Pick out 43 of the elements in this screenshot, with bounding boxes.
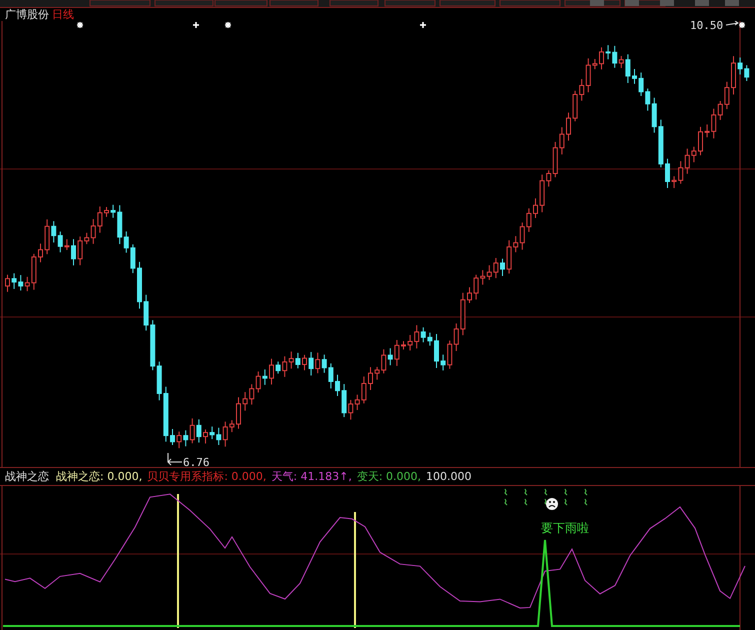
candlestick: [401, 340, 406, 350]
candlestick: [632, 68, 637, 84]
candlestick: [731, 56, 736, 96]
stock-name: 广博股份: [5, 8, 49, 21]
indicator-reading: 变天: 0.000,: [356, 469, 422, 484]
candlestick: [5, 274, 10, 292]
candlestick: [302, 354, 307, 371]
indicator-reading: 100.000: [426, 470, 472, 483]
plus-icon: [420, 22, 426, 28]
indicator-reading: 战神之恋: 0.000,: [56, 469, 142, 484]
candlestick: [533, 198, 538, 218]
asterisk-icon: [77, 22, 83, 28]
candlestick: [236, 396, 241, 430]
candlestick: [203, 429, 208, 444]
candlestick: [71, 238, 76, 266]
candlestick: [170, 428, 175, 446]
candlestick: [38, 243, 43, 263]
asterisk-icon: [739, 22, 745, 28]
indicator-name: 战神之恋: [5, 469, 49, 484]
candlestick: [500, 258, 505, 276]
candlestick: [137, 261, 142, 310]
candlestick: [566, 112, 571, 142]
candlestick: [434, 334, 439, 368]
candlestick: [467, 286, 472, 304]
asterisk-icon: [225, 22, 231, 28]
indicator-reading: 贝贝专用系指标: 0.000,: [147, 469, 266, 484]
high-price-label: 10.50: [690, 21, 724, 32]
plus-icon: [193, 22, 199, 28]
candlestick: [665, 158, 670, 189]
arrow-icon: [167, 452, 182, 466]
low-price-label: 6.76: [183, 456, 210, 467]
rain-icon: [504, 488, 588, 506]
indicator-reading: 天气: 41.183↑,: [271, 469, 352, 484]
arrow-icon: [726, 21, 739, 26]
alert-label: 要下雨啦: [541, 521, 589, 535]
sad-face-icon: [546, 498, 558, 510]
chart-period: 日线: [52, 8, 74, 21]
candlestick: [335, 374, 340, 396]
candlestick: [599, 46, 604, 70]
candlestick: [104, 206, 109, 218]
candlestick: [368, 366, 373, 391]
candlestick: [698, 126, 703, 156]
candlestick: [269, 358, 274, 385]
